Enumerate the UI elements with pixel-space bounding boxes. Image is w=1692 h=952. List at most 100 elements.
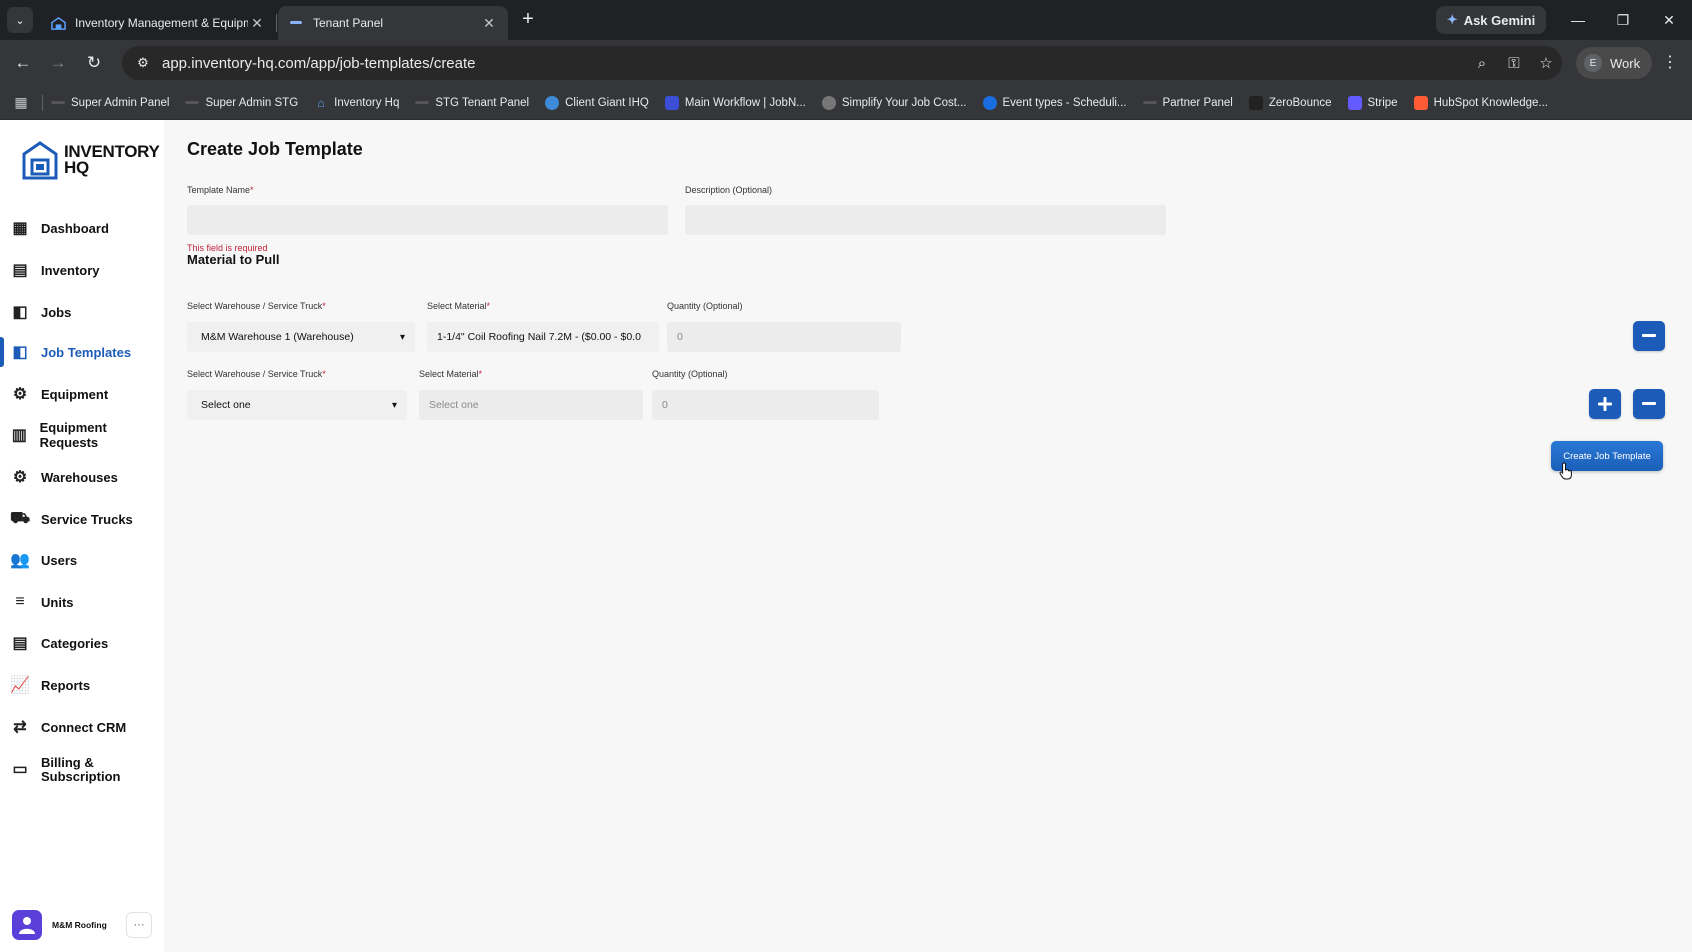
apps-grid-icon[interactable]: ▦ [10,94,32,111]
bookmark-label: Super Admin Panel [71,96,170,109]
tab-title: Inventory Management & Equipm [75,16,248,30]
chevron-down-icon: ▾ [399,331,405,343]
close-tab-icon[interactable]: ✕ [480,15,498,32]
sidebar-item-equipment-requests[interactable]: ▥ Equipment Requests [10,418,160,452]
sidebar-item-connect-crm[interactable]: ⇄ Connect CRM [10,710,160,744]
quantity-input[interactable]: 0 [667,322,901,352]
sidebar-item-equipment[interactable]: ⚙ Equipment [10,377,160,411]
password-key-icon[interactable]: ⚿ [1498,55,1530,72]
bookmark-star-icon[interactable]: ☆ [1530,54,1562,72]
sidebar-item-billing[interactable]: ▭ Billing & Subscription [10,753,160,787]
label-text: Template Name [187,185,251,195]
sidebar-item-label: Users [41,552,78,568]
required-asterisk: * [250,185,254,195]
required-asterisk: * [478,369,483,379]
dash-favicon-icon [51,101,65,104]
jobnimbus-favicon-icon [664,95,679,110]
sidebar-item-dashboard[interactable]: ▦ Dashboard [10,211,160,245]
inventory-hq-favicon-icon [50,15,66,31]
sidebar: INVENTORY HQ ▦ Dashboard ▤ Inventory ◧ J… [0,120,164,952]
sidebar-item-label: Equipment [41,386,109,402]
material-select[interactable]: 1-1/4" Coil Roofing Nail 7.2M - ($0.00 -… [427,322,659,352]
sidebar-item-service-trucks[interactable]: ⛟ Service Trucks [10,502,160,536]
circle-favicon-icon [545,95,560,110]
remove-row-button[interactable] [1633,389,1665,419]
sidebar-item-label: Connect CRM [41,719,127,735]
zoom-icon[interactable]: ⌕ [1466,55,1498,72]
quantity-label: Quantity (Optional) [652,369,728,379]
browser-tab-bar: ⌄ Inventory Management & Equipm ✕ Tenant… [0,0,1692,40]
url-text[interactable]: app.inventory-hq.com/app/job-templates/c… [162,55,1466,72]
dash-favicon-icon [415,101,430,104]
sidebar-item-reports[interactable]: 📈 Reports [10,668,160,702]
sidebar-item-warehouses[interactable]: ⚙ Warehouses [10,460,160,494]
reports-icon: 📈 [10,677,30,694]
label-text: Select Warehouse / Service Truck [187,301,323,311]
restore-icon[interactable]: ❐ [1608,8,1638,32]
bookmark-stripe[interactable]: Stripe [1347,95,1398,110]
bookmark-hubspot[interactable]: HubSpot Knowledge... [1413,95,1549,110]
warehouse-select[interactable]: M&M Warehouse 1 (Warehouse) ▾ [187,322,415,352]
minus-icon [1642,334,1656,337]
bookmark-super-admin-panel[interactable]: Super Admin Panel [51,97,169,109]
template-name-input[interactable] [187,205,668,235]
inventory-icon: ▤ [12,262,28,279]
browser-tab-inventory[interactable]: Inventory Management & Equipm ✕ [40,6,276,40]
warehouse-select-value: M&M Warehouse 1 (Warehouse) [201,331,354,343]
sidebar-item-label: Categories [41,635,109,651]
sidebar-item-job-templates[interactable]: ◧ Job Templates [10,335,160,369]
warehouse-select[interactable]: Select one ▾ [187,390,407,420]
bookmark-client-giant-ihq[interactable]: Client Giant IHQ [545,95,649,110]
template-name-label: Template Name* [187,185,254,195]
ask-gemini-button[interactable]: ✦ Ask Gemini [1436,6,1546,34]
description-input[interactable] [685,205,1166,235]
close-window-icon[interactable]: ✕ [1654,8,1684,32]
bookmark-zerobounce[interactable]: ZeroBounce [1248,95,1332,110]
remove-row-button[interactable] [1633,321,1665,351]
bookmark-main-workflow[interactable]: Main Workflow | JobN... [664,95,806,110]
close-tab-icon[interactable]: ✕ [248,15,266,32]
bookmark-super-admin-stg[interactable]: Super Admin STG [185,97,298,109]
reload-icon[interactable]: ↻ [82,51,106,75]
bookmark-label: HubSpot Knowledge... [1433,96,1549,109]
inventory-hq-logo[interactable]: INVENTORY HQ [22,140,160,180]
tab-search-button[interactable]: ⌄ [7,7,33,33]
new-tab-button[interactable]: + [516,8,540,32]
profile-button[interactable]: E Work [1576,47,1652,79]
sidebar-item-categories[interactable]: ▤ Categories [10,626,160,660]
job-templates-icon: ◧ [12,344,28,361]
required-asterisk: * [486,301,491,311]
globe-icon [821,95,836,110]
bookmark-simplify-job-cost[interactable]: Simplify Your Job Cost... [821,95,967,110]
bookmark-partner-panel[interactable]: Partner Panel [1142,97,1233,109]
address-bar[interactable]: ⚙ app.inventory-hq.com/app/job-templates… [122,46,1562,80]
browser-menu-icon[interactable]: ⋮ [1660,51,1680,75]
minimize-icon[interactable]: — [1563,8,1593,32]
sidebar-item-label: Units [41,594,74,610]
sidebar-item-users[interactable]: 👥 Users [10,543,160,577]
browser-tab-tenant-panel[interactable]: Tenant Panel ✕ [278,6,508,40]
hand-cursor-icon [1559,462,1572,480]
sidebar-item-label: Dashboard [41,220,109,236]
add-row-button[interactable] [1589,389,1621,419]
quantity-input[interactable]: 0 [652,390,879,420]
label-text: Select Material [419,369,479,379]
bookmark-inventory-hq[interactable]: ⌂ Inventory Hq [314,95,400,110]
label-text: Select Material [427,301,487,311]
material-section-title: Material to Pull [187,252,280,267]
house-favicon-icon: ⌂ [317,95,325,110]
forward-icon[interactable]: → [46,51,70,75]
site-info-icon[interactable]: ⚙ [128,55,158,71]
back-icon[interactable]: ← [11,51,35,75]
bookmark-event-types[interactable]: Event types - Scheduli... [982,95,1127,110]
equipment-requests-icon: ▥ [11,427,27,444]
sidebar-item-inventory[interactable]: ▤ Inventory [10,253,160,287]
more-options-icon[interactable]: ··· [126,912,152,938]
bookmark-stg-tenant-panel[interactable]: STG Tenant Panel [415,97,529,109]
bookmark-label: Simplify Your Job Cost... [841,96,967,109]
sidebar-item-units[interactable]: ≡ Units [10,585,160,619]
account-switcher[interactable]: M&M Roofing ··· [12,910,152,940]
material-select[interactable]: Select one [419,390,643,420]
sidebar-item-jobs[interactable]: ◧ Jobs [10,295,160,329]
tab-divider [276,14,277,32]
